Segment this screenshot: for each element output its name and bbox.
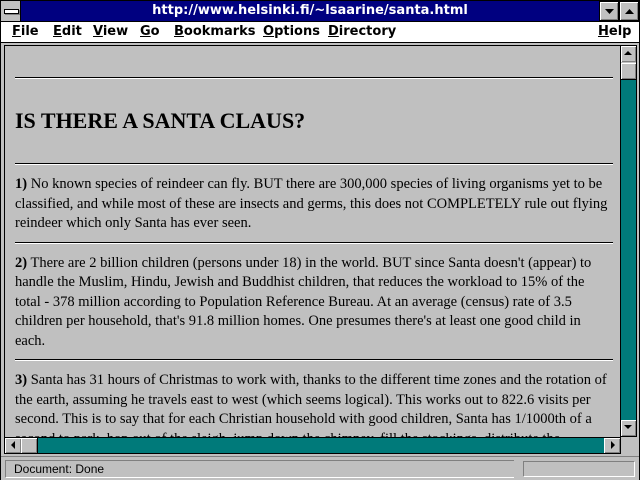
system-menu-icon — [4, 9, 19, 14]
horizontal-scrollbar[interactable] — [4, 437, 621, 454]
paragraph-text: Santa has 31 hours of Christmas to work … — [15, 372, 607, 437]
maximize-button[interactable] — [619, 1, 639, 21]
arrow-right-icon — [611, 441, 615, 449]
vertical-scroll-track[interactable] — [621, 63, 636, 421]
horizontal-scroll-thumb[interactable] — [21, 438, 38, 453]
paragraph-1: 1) No known species of reindeer can fly.… — [15, 175, 613, 234]
horizontal-rule — [15, 359, 613, 361]
menu-edit[interactable]: Edit — [53, 24, 82, 39]
document-view[interactable]: IS THERE A SANTA CLAUS? 1) No known spec… — [4, 45, 621, 438]
horizontal-rule — [15, 241, 613, 244]
paragraph-number: 3) — [15, 372, 28, 388]
menu-bookmarks[interactable]: Bookmarks — [174, 24, 256, 39]
page-heading: IS THERE A SANTA CLAUS? — [15, 108, 306, 133]
minimize-icon — [605, 9, 614, 14]
page-content: IS THERE A SANTA CLAUS? 1) No known spec… — [15, 60, 613, 437]
arrow-up-icon — [624, 51, 632, 55]
menu-bar: File Edit View Go Bookmarks Options Dire… — [1, 22, 639, 43]
arrow-down-icon — [624, 425, 632, 429]
vertical-scroll-thumb[interactable] — [621, 63, 636, 80]
scroll-left-button[interactable] — [5, 438, 21, 453]
progress-indicator — [523, 461, 635, 477]
menu-go[interactable]: Go — [140, 24, 160, 39]
menu-options[interactable]: Options — [263, 24, 320, 39]
scroll-down-button[interactable] — [621, 420, 636, 436]
arrow-left-icon — [11, 441, 15, 449]
menu-help[interactable]: Help — [598, 24, 631, 39]
horizontal-rule — [15, 77, 613, 79]
title-bar[interactable]: http://www.helsinki.fi/~lsaarine/santa.h… — [1, 1, 639, 22]
horizontal-scroll-track[interactable] — [21, 438, 604, 453]
paragraph-text: No known species of reindeer can fly. BU… — [15, 176, 608, 231]
menu-directory[interactable]: Directory — [328, 24, 396, 39]
paragraph-number: 2) — [15, 254, 28, 271]
menu-view[interactable]: View — [93, 24, 128, 39]
system-menu-button[interactable] — [1, 1, 21, 21]
status-bar: Document: Done — [1, 456, 639, 480]
menu-file[interactable]: File — [12, 24, 39, 39]
status-text: Document: Done — [5, 460, 514, 478]
paragraph-number: 1) — [15, 176, 28, 192]
scroll-up-button[interactable] — [621, 46, 636, 62]
scroll-right-button[interactable] — [604, 438, 620, 453]
paragraph-3: 3) Santa has 31 hours of Christmas to wo… — [15, 371, 613, 437]
paragraph-2: 2) There are 2 billion children (persons… — [15, 254, 613, 352]
vertical-scrollbar[interactable] — [620, 45, 637, 437]
window-title: http://www.helsinki.fi/~lsaarine/santa.h… — [152, 3, 468, 18]
browser-window: http://www.helsinki.fi/~lsaarine/santa.h… — [0, 0, 640, 480]
horizontal-rule — [15, 163, 613, 165]
maximize-icon — [625, 9, 634, 14]
paragraph-text: There are 2 billion children (persons un… — [15, 254, 592, 349]
minimize-button[interactable] — [599, 1, 619, 21]
